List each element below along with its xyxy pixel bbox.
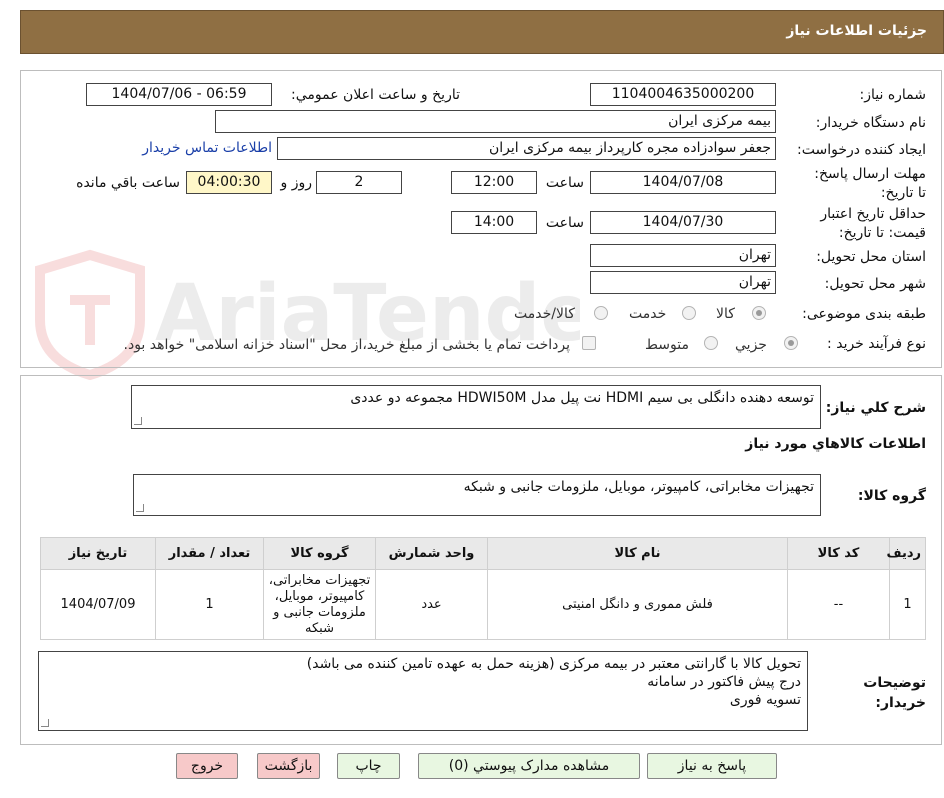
requester-label: ایجاد کننده درخواست: xyxy=(797,142,926,158)
process-radio-minor[interactable] xyxy=(784,336,798,350)
requester-field: جعفر سوادزاده مجره کارپرداز بیمه مرکزی ا… xyxy=(277,137,776,160)
process-option-minor: جزیي xyxy=(735,337,767,353)
goods-group-resize-grip[interactable] xyxy=(136,504,144,512)
col-header-need-date: تاریخ نیاز xyxy=(40,537,156,570)
buyer-org-field: بیمه مرکزی ایران xyxy=(215,110,776,133)
print-button[interactable]: چاپ xyxy=(337,753,400,779)
buyer-org-label: نام دستگاه خریدار: xyxy=(815,115,926,131)
treasury-payment-note: پرداخت تمام یا بخشی از مبلغ خرید،از محل … xyxy=(123,337,570,353)
goods-section-title: اطلاعات کالاهاي مورد نیاز xyxy=(745,436,926,452)
col-header-row-no: ردیف xyxy=(886,537,926,570)
validity-date-field: 1404/07/30 xyxy=(590,211,776,234)
buyer-contact-link[interactable]: اطلاعات تماس خریدار xyxy=(142,140,272,156)
city-label: شهر محل تحویل: xyxy=(824,276,926,292)
deadline-time-field: 12:00 xyxy=(451,171,537,194)
process-label: نوع فرآیند خرید : xyxy=(827,336,926,352)
goods-group-label: گروه کالا: xyxy=(857,488,926,504)
category-radio-goods[interactable] xyxy=(752,306,766,320)
back-button[interactable]: بازگشت xyxy=(257,753,320,779)
process-radio-medium[interactable] xyxy=(704,336,718,350)
validity-time-field: 14:00 xyxy=(451,211,537,234)
cell-unit: عدد xyxy=(375,569,488,640)
col-header-unit: واحد شمارش xyxy=(375,537,488,570)
goods-group-text: تجهیزات مخابراتی، کامپیوتر، موبایل، ملزو… xyxy=(463,479,814,495)
page-title-bar: جزئیات اطلاعات نیاز xyxy=(20,10,944,54)
announce-label: تاریخ و ساعت اعلان عمومي: xyxy=(291,87,460,103)
deadline-days-field: 2 xyxy=(316,171,402,194)
cell-item-name: فلش مموری و دانگل امنیتی xyxy=(487,569,788,640)
category-radio-service[interactable] xyxy=(682,306,696,320)
need-number-label: شماره نیاز: xyxy=(859,87,927,103)
summary-textarea: توسعه دهنده دانگلی بی سیم HDMI نت پیل مد… xyxy=(131,385,821,429)
remaining-time-label: ساعت باقي مانده xyxy=(76,175,180,191)
deadline-days-label: روز و xyxy=(280,175,313,191)
deadline-time-label: ساعت xyxy=(545,175,584,191)
category-option-service: خدمت xyxy=(629,306,667,322)
summary-text: توسعه دهنده دانگلی بی سیم HDMI نت پیل مد… xyxy=(350,390,814,406)
summary-label: شرح کلي نیاز: xyxy=(825,400,926,416)
category-label: طبقه بندی موضوعی: xyxy=(802,306,926,322)
col-header-item-name: نام کالا xyxy=(487,537,788,570)
cell-group: تجهیزات مخابراتی، کامپیوتر، موبایل، ملزو… xyxy=(263,569,376,640)
reply-button[interactable]: پاسخ به نیاز xyxy=(647,753,777,779)
goods-group-textarea: تجهیزات مخابراتی، کامپیوتر، موبایل، ملزو… xyxy=(133,474,821,516)
view-attachments-button[interactable]: مشاهده مدارک پیوستي (0) xyxy=(418,753,640,779)
buyer-note-line: تسویه فوری xyxy=(729,692,801,708)
buyer-notes-resize-grip[interactable] xyxy=(41,719,49,727)
category-option-goods: کالا xyxy=(716,306,735,322)
col-header-item-code: کد کالا xyxy=(787,537,890,570)
province-label: استان محل تحویل: xyxy=(816,249,926,265)
col-header-group: گروه کالا xyxy=(263,537,376,570)
cell-need-date: 1404/07/09 xyxy=(40,569,156,640)
category-radio-both[interactable] xyxy=(594,306,608,320)
category-option-both: کالا/خدمت xyxy=(514,306,575,322)
col-header-quantity: تعداد / مقدار xyxy=(155,537,264,570)
cell-item-code: -- xyxy=(787,569,890,640)
remaining-time-field: 04:00:30 xyxy=(186,171,272,194)
cell-quantity: 1 xyxy=(155,569,264,640)
validity-time-label: ساعت xyxy=(545,215,584,231)
cell-row-no: 1 xyxy=(889,569,926,640)
page-title: جزئیات اطلاعات نیاز xyxy=(786,23,927,39)
process-option-medium: متوسط xyxy=(645,337,689,353)
need-number-field: 1104004635000200 xyxy=(590,83,776,106)
buyer-notes-label: توضیحات خریدار: xyxy=(863,675,926,711)
validity-label: حداقل تاریخ اعتبار قیمت: تا تاریخ: xyxy=(820,206,926,241)
province-field: تهران xyxy=(590,244,776,267)
buyer-note-line: تحویل کالا با گارانتی معتبر در بیمه مرکز… xyxy=(306,656,801,672)
table-row: 1 -- فلش مموری و دانگل امنیتی عدد تجهیزا… xyxy=(40,569,926,640)
deadline-label: مهلت ارسال پاسخ: تا تاریخ: xyxy=(814,166,926,201)
treasury-payment-checkbox[interactable] xyxy=(582,336,596,350)
deadline-date-field: 1404/07/08 xyxy=(590,171,776,194)
exit-button[interactable]: خروج xyxy=(176,753,238,779)
city-field: تهران xyxy=(590,271,776,294)
buyer-notes-textarea: تحویل کالا با گارانتی معتبر در بیمه مرکز… xyxy=(38,651,808,731)
buyer-note-line: درج پیش فاکتور در سامانه xyxy=(647,674,801,690)
summary-resize-grip[interactable] xyxy=(134,417,142,425)
announce-field: 1404/07/06 - 06:59 xyxy=(86,83,272,106)
goods-table-header-row: ردیف کد کالا نام کالا واحد شمارش گروه کا… xyxy=(40,537,926,570)
goods-table: ردیف کد کالا نام کالا واحد شمارش گروه کا… xyxy=(40,537,926,640)
